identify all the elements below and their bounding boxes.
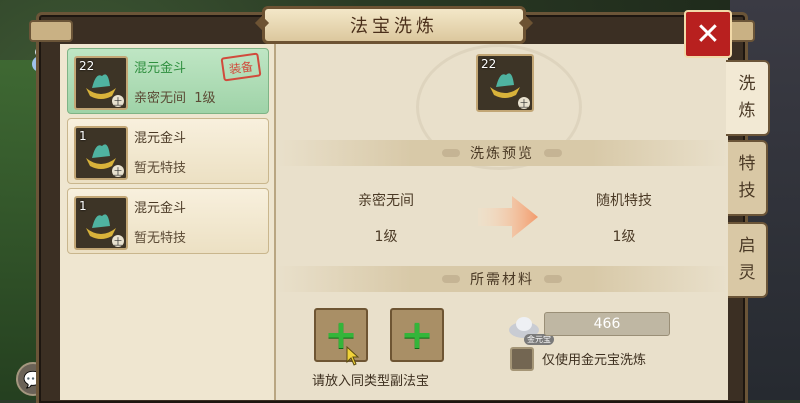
treasure-name: 混元金斗 bbox=[134, 131, 187, 146]
treasure-thumbnail: 1 土 bbox=[74, 126, 128, 180]
treasure-status: 暂无特技 bbox=[134, 231, 187, 246]
cloud-ornament-icon bbox=[544, 275, 562, 283]
treasure-list-item[interactable]: 22 土 混元金斗 亲密无间 1级 装备 bbox=[67, 48, 269, 114]
cloud-ornament-icon bbox=[544, 149, 562, 157]
treasure-thumbnail: 1 土 bbox=[74, 196, 128, 250]
cloud-ornament-icon bbox=[442, 149, 460, 157]
arrow-right-icon bbox=[478, 196, 538, 238]
random-skill-level: 1级 bbox=[612, 229, 636, 245]
gold-only-checkbox[interactable] bbox=[510, 347, 534, 371]
preview-header-text: 洗炼预览 bbox=[470, 146, 534, 162]
element-badge: 土 bbox=[112, 165, 124, 178]
treasure-status: 暂无特技 bbox=[134, 161, 187, 176]
tab-awaken-label-2: 灵 bbox=[738, 263, 756, 283]
frame-corner-left bbox=[29, 20, 73, 42]
tab-refine[interactable]: 洗 炼 bbox=[726, 60, 770, 136]
pointer-cursor-icon bbox=[346, 346, 360, 366]
current-skill-name: 亲密无间 bbox=[358, 193, 414, 209]
tab-refine-label-2: 炼 bbox=[738, 101, 756, 121]
selected-treasure-slot[interactable]: 22 土 bbox=[476, 54, 534, 112]
preview-section-header: 洗炼预览 bbox=[276, 140, 728, 166]
treasure-name: 混元金斗 bbox=[134, 61, 187, 76]
dialog-title: 法宝洗炼 bbox=[262, 6, 526, 44]
tab-special-skill-label-1: 特 bbox=[738, 153, 756, 174]
tab-refine-label-1: 洗 bbox=[738, 73, 756, 94]
materials-hint: 请放入同类型副法宝 bbox=[312, 374, 430, 389]
tab-awaken[interactable]: 启 灵 bbox=[728, 222, 768, 298]
equipped-badge: 装备 bbox=[220, 52, 262, 82]
cloud-ornament-icon bbox=[442, 275, 460, 283]
materials-header-text: 所需材料 bbox=[470, 272, 534, 288]
gold-amount-field: 466 bbox=[544, 312, 670, 336]
gold-only-label: 仅使用金元宝洗炼 bbox=[542, 353, 647, 368]
element-badge: 土 bbox=[112, 235, 124, 248]
treasure-list-item[interactable]: 1 土 混元金斗 暂无特技 bbox=[67, 118, 269, 184]
treasure-name: 混元金斗 bbox=[134, 201, 187, 216]
random-skill-name: 随机特技 bbox=[596, 193, 652, 209]
tab-awaken-label-1: 启 bbox=[738, 235, 756, 256]
current-skill-level: 1级 bbox=[374, 229, 398, 245]
add-material-slot-2[interactable]: + bbox=[390, 308, 444, 362]
close-button[interactable]: ✕ bbox=[684, 10, 732, 58]
gold-amount: 466 bbox=[593, 316, 621, 332]
dialog-title-text: 法宝洗炼 bbox=[350, 16, 438, 37]
treasure-list-item[interactable]: 1 土 混元金斗 暂无特技 bbox=[67, 188, 269, 254]
element-badge: 土 bbox=[518, 97, 530, 110]
close-icon: ✕ bbox=[695, 16, 721, 52]
materials-section-header: 所需材料 bbox=[276, 266, 728, 292]
refine-panel: 22 土 洗炼预览 亲密无间 1级 随机特技 1级 所需材料 + + 请放入同类… bbox=[276, 44, 728, 400]
treasure-list: 22 土 混元金斗 亲密无间 1级 装备 1 土 混元金斗 暂无特技 1 土 混… bbox=[60, 44, 276, 400]
tab-special-skill[interactable]: 特 技 bbox=[728, 140, 768, 216]
plus-icon: + bbox=[400, 312, 434, 358]
tab-special-skill-label-2: 技 bbox=[738, 181, 756, 201]
treasure-thumbnail: 22 土 bbox=[74, 56, 128, 110]
element-badge: 土 bbox=[112, 95, 124, 108]
treasure-status: 亲密无间 1级 bbox=[134, 91, 216, 106]
golden-bucket-icon bbox=[490, 73, 520, 98]
